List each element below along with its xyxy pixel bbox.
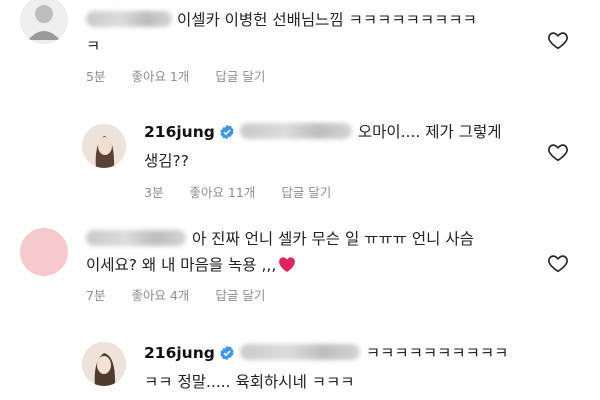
verified-badge-icon <box>219 343 235 369</box>
comment-4-reply: 216jung ㅋㅋㅋㅋㅋㅋㅋㅋㅋㅋ ㅋㅋ 정말..... 육회하시네 ㅋㅋㅋ <box>0 332 600 400</box>
comment-2-reply: 216jung 오마이.... 제가 그렇게 생김?? 3분 좋아요 11개 답글… <box>0 115 600 205</box>
heart-outline-icon[interactable] <box>547 252 569 274</box>
comment-line-1: ㅋㅋㅋㅋㅋㅋㅋㅋㅋㅋ <box>365 344 509 362</box>
likes-count[interactable]: 좋아요 1개 <box>131 69 189 84</box>
commenter-avatar[interactable] <box>82 124 126 168</box>
comment-meta: 3분 좋아요 11개 답글 달기 <box>144 182 353 201</box>
verified-badge-icon <box>219 122 235 148</box>
reply-button[interactable]: 답글 달기 <box>215 288 265 303</box>
reply-button[interactable]: 답글 달기 <box>215 69 265 84</box>
comment-meta: 5분 좋아요 1개 답글 달기 <box>86 66 287 85</box>
comment-line-2: 이세요? 왜 내 마음을 녹용 ,,, <box>86 256 277 274</box>
redacted-mention <box>239 123 352 139</box>
comment-line-1: 아 진짜 언니 셀카 무슨 일 ㅠㅠㅠ 언니 사슴 <box>192 230 474 248</box>
commenter-avatar[interactable] <box>20 0 68 44</box>
comment-text: 아 진짜 언니 셀카 무슨 일 ㅠㅠㅠ 언니 사슴 이세요? 왜 내 마음을 녹… <box>86 226 474 281</box>
comment-time: 7분 <box>86 288 106 303</box>
comment-meta: 7분 좋아요 4개 답글 달기 <box>86 285 287 304</box>
commenter-avatar[interactable] <box>82 342 126 386</box>
comment-1: 이셀카 이병헌 선배님느낌 ㅋㅋㅋㅋㅋㅋㅋㅋㅋ ㅋ 5분 좋아요 1개 답글 달… <box>0 0 600 100</box>
comment-time: 3분 <box>144 185 164 200</box>
likes-count[interactable]: 좋아요 11개 <box>189 185 255 200</box>
comment-line-2: ㅋ <box>86 37 101 55</box>
reply-button[interactable]: 답글 달기 <box>281 185 331 200</box>
comment-line-1: 이셀카 이병헌 선배님느낌 ㅋㅋㅋㅋㅋㅋㅋㅋㅋ <box>176 11 477 29</box>
red-heart-emoji <box>278 255 296 281</box>
comment-3: 아 진짜 언니 셀카 무슨 일 ㅠㅠㅠ 언니 사슴 이세요? 왜 내 마음을 녹… <box>0 222 600 322</box>
comment-line-2: 생김?? <box>144 152 189 170</box>
redacted-mention <box>239 344 360 360</box>
likes-count[interactable]: 좋아요 4개 <box>131 288 189 303</box>
heart-outline-icon[interactable] <box>547 141 569 163</box>
comment-username[interactable]: 216jung <box>144 123 215 141</box>
commenter-avatar[interactable] <box>20 228 68 276</box>
comment-line-1: 오마이.... 제가 그렇게 <box>357 123 502 141</box>
comment-line-2: ㅋㅋ 정말..... 육회하시네 ㅋㅋㅋ <box>144 373 355 391</box>
comment-username[interactable]: 216jung <box>144 344 215 362</box>
redacted-username <box>86 230 186 246</box>
redacted-username <box>86 11 172 27</box>
heart-outline-icon[interactable] <box>547 29 569 51</box>
comment-text: 216jung 오마이.... 제가 그렇게 생김?? <box>144 119 502 174</box>
comment-time: 5분 <box>86 69 106 84</box>
comment-text: 216jung ㅋㅋㅋㅋㅋㅋㅋㅋㅋㅋ ㅋㅋ 정말..... 육회하시네 ㅋㅋㅋ <box>144 340 508 395</box>
comment-text: 이셀카 이병헌 선배님느낌 ㅋㅋㅋㅋㅋㅋㅋㅋㅋ ㅋ <box>86 7 477 59</box>
